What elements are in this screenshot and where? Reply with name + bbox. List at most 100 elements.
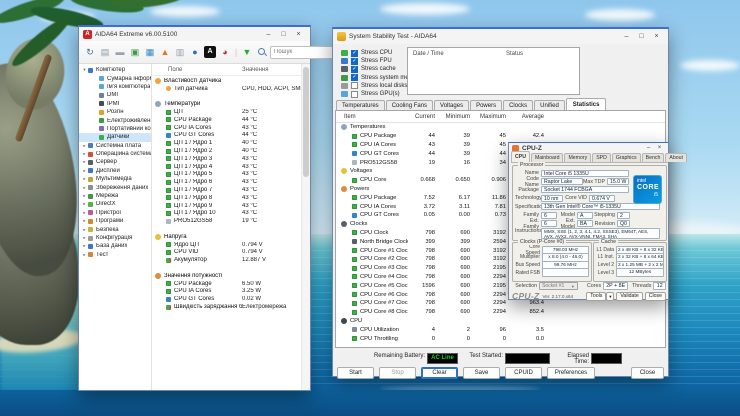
close-icon[interactable]: ×: [654, 144, 665, 153]
tree-item[interactable]: Електроживлення: [79, 116, 151, 124]
tree-item[interactable]: ▸Сервер: [79, 158, 151, 166]
close-button[interactable]: Close: [631, 367, 664, 379]
sensor-row[interactable]: ЦП 1 / Ядро 443 °C: [152, 163, 310, 171]
minimize-icon[interactable]: –: [619, 31, 634, 42]
user-icon[interactable]: ●: [189, 46, 201, 58]
tree-item[interactable]: Розгін: [79, 108, 151, 116]
remote-display-icon[interactable]: ▣: [129, 46, 141, 58]
sensor-row[interactable]: Напруга: [152, 233, 310, 241]
checkbox[interactable]: [351, 91, 358, 98]
tree-item[interactable]: IPMI: [79, 100, 151, 108]
expand-icon[interactable]: ▸: [81, 235, 88, 241]
tree-item[interactable]: Портативний комп'ютер: [79, 125, 151, 133]
maximize-icon[interactable]: □: [276, 29, 291, 40]
tree-item[interactable]: Сумарна інформація: [79, 74, 151, 82]
sensor-row[interactable]: ЦП 1 / Ядро 843 °C: [152, 194, 310, 202]
sensor-row[interactable]: ЦП25 °C: [152, 108, 310, 116]
start-button[interactable]: Start: [337, 367, 374, 379]
sensor-row[interactable]: ЦП 1 / Ядро 943 °C: [152, 202, 310, 210]
tree-item[interactable]: ▸Мультимедіа: [79, 175, 151, 183]
sensor-row[interactable]: Властивості датчика: [152, 77, 310, 85]
tree-item[interactable]: ▸Безпека: [79, 225, 151, 233]
sensor-row[interactable]: PRO512GS5819 °C: [152, 217, 310, 225]
expand-icon[interactable]: ▸: [81, 193, 88, 199]
maximize-icon[interactable]: □: [634, 31, 649, 42]
expand-icon[interactable]: ▸: [81, 185, 88, 191]
checkbox[interactable]: [351, 82, 358, 89]
close-icon[interactable]: ×: [649, 31, 664, 42]
expand-icon[interactable]: ▸: [81, 201, 88, 207]
tree-item[interactable]: ▸Дисплей: [79, 167, 151, 175]
sensor-row[interactable]: CPU IA Cores3.25 W: [152, 288, 310, 296]
sensor-row[interactable]: ЦП 1 / Ядро 140 °C: [152, 139, 310, 147]
sensor-row[interactable]: CPU IA Cores43 °C: [152, 124, 310, 132]
tree-item[interactable]: Датчики: [79, 133, 151, 141]
tree-item[interactable]: ▸Пристрої: [79, 209, 151, 217]
tree-item[interactable]: ▸Мережа: [79, 192, 151, 200]
sensor-row[interactable]: Акумулятор12.887 V: [152, 256, 310, 264]
column-header[interactable]: Current: [408, 114, 438, 120]
sensor-row[interactable]: CPU GT Cores44 °C: [152, 132, 310, 140]
sensor-row[interactable]: ЦП 1 / Ядро 543 °C: [152, 171, 310, 179]
field-column-header[interactable]: Поле: [152, 67, 242, 73]
value-column-header[interactable]: Значення: [242, 67, 268, 73]
cpuz-tab-bench[interactable]: Bench: [642, 153, 665, 162]
preferences-button[interactable]: Preferences: [547, 367, 595, 379]
column-header[interactable]: Minimum: [438, 114, 473, 120]
tree-item[interactable]: DMI: [79, 91, 151, 99]
sensor-row[interactable]: Температури: [152, 100, 310, 108]
copy-icon[interactable]: ▥: [174, 46, 186, 58]
stats-row[interactable]: CPU Core #8 Clock7986902294852.4: [336, 308, 665, 317]
sensor-row[interactable]: CPU VID0.794 V: [152, 249, 310, 257]
clear-button[interactable]: Clear: [421, 367, 458, 379]
tree-item[interactable]: Ім'я комп'ютера: [79, 83, 151, 91]
tree-item[interactable]: ▸База даних: [79, 242, 151, 250]
scrollbar[interactable]: [301, 64, 310, 390]
sensor-row[interactable]: ЦП 1 / Ядро 343 °C: [152, 155, 310, 163]
refresh-icon[interactable]: ↻: [84, 46, 96, 58]
update-icon[interactable]: ▼: [241, 46, 253, 58]
stats-row[interactable]: Temperatures: [336, 123, 665, 132]
stats-row[interactable]: CPU Throttling0000.0: [336, 334, 665, 343]
tree-item[interactable]: ▸DirectX: [79, 200, 151, 208]
sensor-row[interactable]: Ядро ЦП0.794 V: [152, 241, 310, 249]
column-headers[interactable]: Поле Значення: [152, 64, 310, 76]
minimize-icon[interactable]: –: [643, 144, 654, 153]
save-button[interactable]: Save: [463, 367, 500, 379]
checkbox[interactable]: ✓: [351, 58, 358, 65]
connect-icon[interactable]: ▬: [114, 46, 126, 58]
checkbox[interactable]: ✓: [351, 66, 358, 73]
sensor-row[interactable]: Тип датчикаCPU, HDD, ACPI, SMB: [152, 85, 310, 93]
cpuz-tab-about[interactable]: About: [665, 153, 687, 162]
search-icon[interactable]: [256, 46, 268, 58]
cpuz-tab-graphics[interactable]: Graphics: [612, 153, 641, 162]
aida64-titlebar[interactable]: A AIDA64 Extreme v6.00.5100 – □ ×: [79, 27, 310, 41]
tree-item[interactable]: ▸Конфігурація: [79, 234, 151, 242]
stability-test-titlebar[interactable]: System Stability Test - AIDA64 – □ ×: [333, 29, 668, 44]
expand-icon[interactable]: ▸: [81, 176, 88, 182]
stats-row[interactable]: CPU Package44394542.4: [336, 132, 665, 141]
expand-icon[interactable]: ▸: [81, 143, 88, 149]
scrollbar-thumb[interactable]: [303, 67, 309, 177]
tree-item[interactable]: ▸Тест: [79, 251, 151, 259]
benchmark-flame-icon[interactable]: ▲: [159, 46, 171, 58]
sensor-row[interactable]: CPU Package6.50 W: [152, 280, 310, 288]
tree-item[interactable]: ▾Комп'ютер: [79, 66, 151, 74]
expand-icon[interactable]: ▸: [81, 243, 88, 249]
close-icon[interactable]: ×: [291, 29, 306, 40]
sensor-row[interactable]: Значення потужності: [152, 272, 310, 280]
socket-select[interactable]: Socket #1 ▼: [539, 282, 578, 290]
expand-icon[interactable]: ▸: [81, 168, 88, 174]
stats-row[interactable]: CPU Utilization42963.5: [336, 325, 665, 334]
tree-item[interactable]: ▸Операційна система: [79, 150, 151, 158]
cpuz-tab-mainboard[interactable]: Mainboard: [531, 153, 564, 162]
sensor-row[interactable]: ЦП 1 / Ядро 743 °C: [152, 186, 310, 194]
tools-button[interactable]: Tools: [586, 292, 606, 301]
sensor-row[interactable]: CPU GT Cores0.02 W: [152, 295, 310, 303]
cpuz-tab-memory[interactable]: Memory: [564, 153, 591, 162]
aida64-logo-icon[interactable]: A: [204, 46, 216, 58]
tree-item[interactable]: ▸Програми: [79, 217, 151, 225]
stats-row[interactable]: CPU: [336, 317, 665, 326]
cpuz-tab-spd[interactable]: SPD: [592, 153, 611, 162]
sensor-row[interactable]: CPU Package44 °C: [152, 116, 310, 124]
